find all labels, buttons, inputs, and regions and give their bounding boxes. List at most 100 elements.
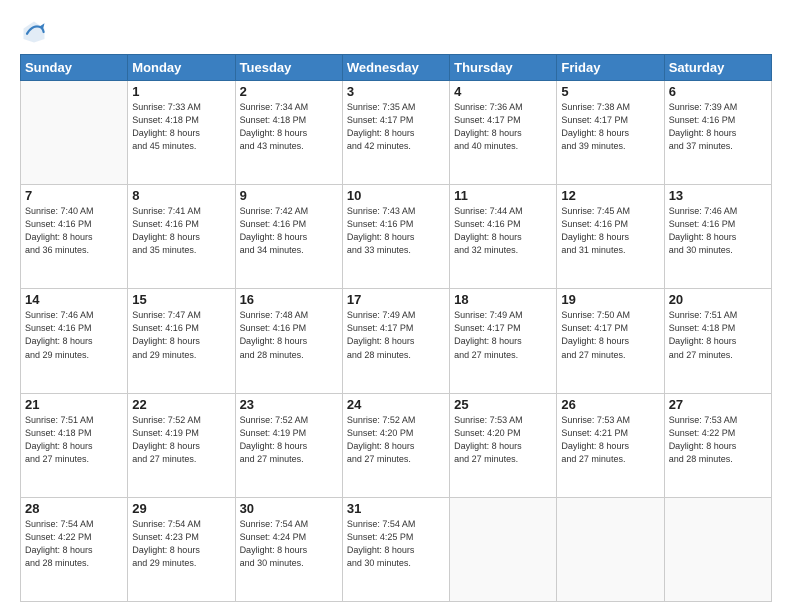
calendar-cell: [21, 81, 128, 185]
day-info: Sunrise: 7:53 AM Sunset: 4:22 PM Dayligh…: [669, 414, 767, 466]
day-info: Sunrise: 7:39 AM Sunset: 4:16 PM Dayligh…: [669, 101, 767, 153]
calendar-cell: 27 Sunrise: 7:53 AM Sunset: 4:22 PM Dayli…: [664, 393, 771, 497]
day-number: 31: [347, 501, 445, 516]
day-info: Sunrise: 7:49 AM Sunset: 4:17 PM Dayligh…: [454, 309, 552, 361]
calendar-week-row: 14 Sunrise: 7:46 AM Sunset: 4:16 PM Dayli…: [21, 289, 772, 393]
day-info: Sunrise: 7:47 AM Sunset: 4:16 PM Dayligh…: [132, 309, 230, 361]
day-number: 4: [454, 84, 552, 99]
day-info: Sunrise: 7:46 AM Sunset: 4:16 PM Dayligh…: [25, 309, 123, 361]
day-info: Sunrise: 7:49 AM Sunset: 4:17 PM Dayligh…: [347, 309, 445, 361]
page: SundayMondayTuesdayWednesdayThursdayFrid…: [0, 0, 792, 612]
calendar-header-saturday: Saturday: [664, 55, 771, 81]
calendar-week-row: 21 Sunrise: 7:51 AM Sunset: 4:18 PM Dayli…: [21, 393, 772, 497]
day-number: 10: [347, 188, 445, 203]
day-number: 15: [132, 292, 230, 307]
day-number: 19: [561, 292, 659, 307]
day-number: 24: [347, 397, 445, 412]
day-info: Sunrise: 7:54 AM Sunset: 4:23 PM Dayligh…: [132, 518, 230, 570]
day-number: 22: [132, 397, 230, 412]
calendar-cell: 22 Sunrise: 7:52 AM Sunset: 4:19 PM Dayli…: [128, 393, 235, 497]
day-number: 9: [240, 188, 338, 203]
calendar-header-row: SundayMondayTuesdayWednesdayThursdayFrid…: [21, 55, 772, 81]
day-info: Sunrise: 7:51 AM Sunset: 4:18 PM Dayligh…: [25, 414, 123, 466]
logo-icon: [20, 18, 48, 46]
day-number: 3: [347, 84, 445, 99]
calendar-header-friday: Friday: [557, 55, 664, 81]
day-info: Sunrise: 7:44 AM Sunset: 4:16 PM Dayligh…: [454, 205, 552, 257]
calendar-cell: 12Sunrise: 7:45 AM Sunset: 4:16 PM Dayli…: [557, 185, 664, 289]
day-info: Sunrise: 7:34 AM Sunset: 4:18 PM Dayligh…: [240, 101, 338, 153]
day-info: Sunrise: 7:50 AM Sunset: 4:17 PM Dayligh…: [561, 309, 659, 361]
day-info: Sunrise: 7:46 AM Sunset: 4:16 PM Dayligh…: [669, 205, 767, 257]
day-number: 21: [25, 397, 123, 412]
calendar-table: SundayMondayTuesdayWednesdayThursdayFrid…: [20, 54, 772, 602]
calendar-header-thursday: Thursday: [450, 55, 557, 81]
day-number: 16: [240, 292, 338, 307]
day-number: 1: [132, 84, 230, 99]
day-info: Sunrise: 7:52 AM Sunset: 4:19 PM Dayligh…: [240, 414, 338, 466]
calendar-header-tuesday: Tuesday: [235, 55, 342, 81]
day-info: Sunrise: 7:41 AM Sunset: 4:16 PM Dayligh…: [132, 205, 230, 257]
header-row: [20, 18, 772, 46]
day-number: 27: [669, 397, 767, 412]
calendar-cell: 6 Sunrise: 7:39 AM Sunset: 4:16 PM Daylig…: [664, 81, 771, 185]
calendar-cell: 23 Sunrise: 7:52 AM Sunset: 4:19 PM Dayli…: [235, 393, 342, 497]
calendar-cell: 25Sunrise: 7:53 AM Sunset: 4:20 PM Dayli…: [450, 393, 557, 497]
calendar-cell: 8Sunrise: 7:41 AM Sunset: 4:16 PM Daylig…: [128, 185, 235, 289]
day-number: 6: [669, 84, 767, 99]
day-number: 2: [240, 84, 338, 99]
day-info: Sunrise: 7:40 AM Sunset: 4:16 PM Dayligh…: [25, 205, 123, 257]
day-info: Sunrise: 7:51 AM Sunset: 4:18 PM Dayligh…: [669, 309, 767, 361]
day-number: 29: [132, 501, 230, 516]
day-number: 25: [454, 397, 552, 412]
calendar-cell: 24Sunrise: 7:52 AM Sunset: 4:20 PM Dayli…: [342, 393, 449, 497]
calendar-header-monday: Monday: [128, 55, 235, 81]
calendar-cell: 5Sunrise: 7:38 AM Sunset: 4:17 PM Daylig…: [557, 81, 664, 185]
day-info: Sunrise: 7:42 AM Sunset: 4:16 PM Dayligh…: [240, 205, 338, 257]
calendar-cell: 21 Sunrise: 7:51 AM Sunset: 4:18 PM Dayli…: [21, 393, 128, 497]
calendar-cell: [557, 497, 664, 601]
day-info: Sunrise: 7:48 AM Sunset: 4:16 PM Dayligh…: [240, 309, 338, 361]
day-number: 26: [561, 397, 659, 412]
day-number: 5: [561, 84, 659, 99]
day-number: 7: [25, 188, 123, 203]
logo: [20, 18, 54, 46]
day-info: Sunrise: 7:35 AM Sunset: 4:17 PM Dayligh…: [347, 101, 445, 153]
calendar-cell: 28Sunrise: 7:54 AM Sunset: 4:22 PM Dayli…: [21, 497, 128, 601]
day-number: 18: [454, 292, 552, 307]
calendar-cell: 18 Sunrise: 7:49 AM Sunset: 4:17 PM Dayli…: [450, 289, 557, 393]
day-number: 17: [347, 292, 445, 307]
calendar-cell: 7 Sunrise: 7:40 AM Sunset: 4:16 PM Daylig…: [21, 185, 128, 289]
day-info: Sunrise: 7:52 AM Sunset: 4:19 PM Dayligh…: [132, 414, 230, 466]
calendar-cell: 20 Sunrise: 7:51 AM Sunset: 4:18 PM Dayli…: [664, 289, 771, 393]
calendar-cell: 19 Sunrise: 7:50 AM Sunset: 4:17 PM Dayli…: [557, 289, 664, 393]
day-info: Sunrise: 7:54 AM Sunset: 4:25 PM Dayligh…: [347, 518, 445, 570]
day-info: Sunrise: 7:43 AM Sunset: 4:16 PM Dayligh…: [347, 205, 445, 257]
calendar-cell: 29 Sunrise: 7:54 AM Sunset: 4:23 PM Dayli…: [128, 497, 235, 601]
day-number: 14: [25, 292, 123, 307]
calendar-header-wednesday: Wednesday: [342, 55, 449, 81]
calendar-cell: 17 Sunrise: 7:49 AM Sunset: 4:17 PM Dayli…: [342, 289, 449, 393]
day-number: 28: [25, 501, 123, 516]
calendar-week-row: 7 Sunrise: 7:40 AM Sunset: 4:16 PM Daylig…: [21, 185, 772, 289]
calendar-cell: [664, 497, 771, 601]
calendar-week-row: 28Sunrise: 7:54 AM Sunset: 4:22 PM Dayli…: [21, 497, 772, 601]
calendar-cell: 9 Sunrise: 7:42 AM Sunset: 4:16 PM Daylig…: [235, 185, 342, 289]
day-number: 20: [669, 292, 767, 307]
calendar-week-row: 1 Sunrise: 7:33 AM Sunset: 4:18 PM Daylig…: [21, 81, 772, 185]
calendar-cell: 13Sunrise: 7:46 AM Sunset: 4:16 PM Dayli…: [664, 185, 771, 289]
day-info: Sunrise: 7:54 AM Sunset: 4:24 PM Dayligh…: [240, 518, 338, 570]
day-info: Sunrise: 7:36 AM Sunset: 4:17 PM Dayligh…: [454, 101, 552, 153]
calendar-cell: 26Sunrise: 7:53 AM Sunset: 4:21 PM Dayli…: [557, 393, 664, 497]
calendar-cell: 2 Sunrise: 7:34 AM Sunset: 4:18 PM Daylig…: [235, 81, 342, 185]
day-number: 23: [240, 397, 338, 412]
day-number: 30: [240, 501, 338, 516]
calendar-cell: 15 Sunrise: 7:47 AM Sunset: 4:16 PM Dayli…: [128, 289, 235, 393]
calendar-cell: 4 Sunrise: 7:36 AM Sunset: 4:17 PM Daylig…: [450, 81, 557, 185]
day-number: 11: [454, 188, 552, 203]
day-info: Sunrise: 7:45 AM Sunset: 4:16 PM Dayligh…: [561, 205, 659, 257]
calendar-header-sunday: Sunday: [21, 55, 128, 81]
calendar-cell: 30 Sunrise: 7:54 AM Sunset: 4:24 PM Dayli…: [235, 497, 342, 601]
day-info: Sunrise: 7:33 AM Sunset: 4:18 PM Dayligh…: [132, 101, 230, 153]
calendar-cell: 1 Sunrise: 7:33 AM Sunset: 4:18 PM Daylig…: [128, 81, 235, 185]
